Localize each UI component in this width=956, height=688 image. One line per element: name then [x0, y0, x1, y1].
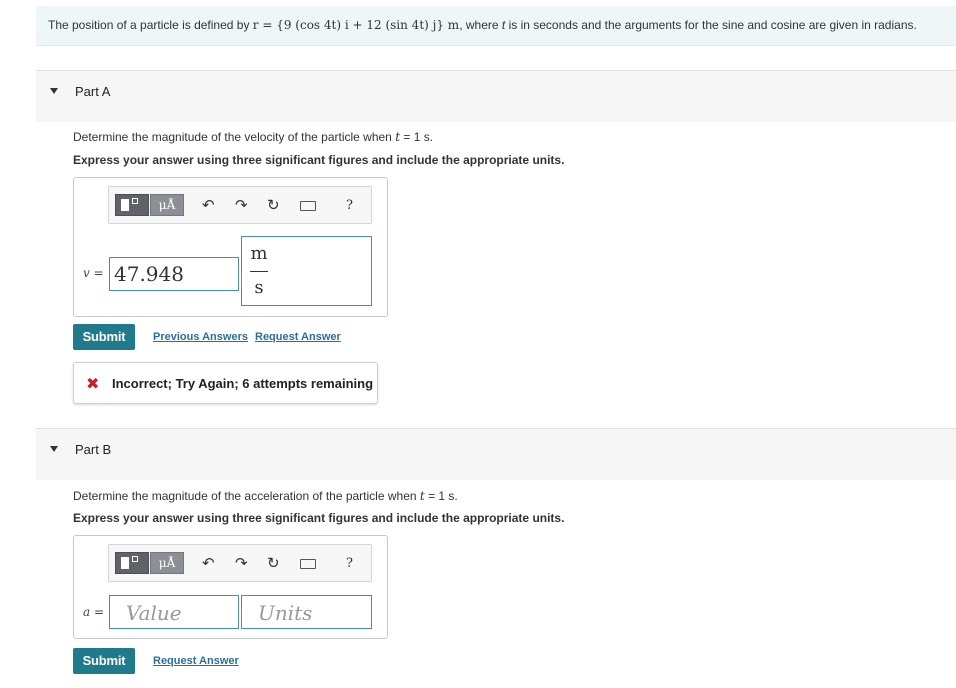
feedback-message: Incorrect; Try Again; 6 attempts remaini… — [112, 376, 374, 391]
part-b-units-input[interactable]: Units — [241, 595, 372, 629]
collapse-caret-icon[interactable] — [50, 446, 58, 452]
reset-icon[interactable]: ↻ — [267, 197, 280, 215]
part-a-instruction: Express your answer using three signific… — [73, 153, 565, 167]
part-b-submit-button[interactable]: Submit — [73, 648, 135, 674]
redo-icon[interactable]: ↷ — [235, 197, 248, 215]
part-a-answer-box: μÅ ↶ ↷ ↻ ? v = 47.948 m s — [73, 177, 388, 317]
value-placeholder: Value — [126, 601, 182, 625]
problem-statement: The position of a particle is defined by… — [36, 6, 956, 46]
problem-suffix-b: is in seconds and the arguments for the … — [508, 18, 917, 32]
template-icon — [121, 557, 129, 569]
templates-button[interactable] — [115, 194, 149, 216]
part-a-value-text: 47.948 — [114, 262, 184, 286]
fraction-bar — [250, 271, 268, 272]
undo-icon[interactable]: ↶ — [202, 555, 215, 573]
part-a-header[interactable]: Part A — [36, 70, 956, 122]
part-a-request-answer-link[interactable]: Request Answer — [255, 331, 341, 343]
template-icon — [121, 199, 129, 211]
part-a-question-var: t — [395, 130, 401, 144]
part-b-question-prefix: Determine the magnitude of the accelerat… — [73, 489, 417, 503]
previous-answers-link[interactable]: Previous Answers — [153, 331, 248, 343]
part-b-question: Determine the magnitude of the accelerat… — [73, 489, 458, 503]
incorrect-x-icon: ✖ — [86, 376, 100, 393]
part-b-var-label: a = — [83, 605, 105, 619]
template-small-box-icon — [132, 556, 138, 562]
part-a-question-suffix: = 1 s. — [403, 130, 434, 144]
templates-button[interactable] — [115, 552, 149, 574]
part-a-var-label: v = — [83, 266, 104, 280]
units-placeholder: Units — [258, 601, 313, 625]
part-a-value-input[interactable]: 47.948 — [109, 257, 239, 291]
part-a-title: Part A — [75, 84, 111, 99]
part-a-math-toolbar: μÅ ↶ ↷ ↻ ? — [108, 186, 372, 224]
problem-var-t: t — [501, 18, 506, 32]
keyboard-icon[interactable] — [300, 201, 316, 211]
template-small-box-icon — [132, 198, 138, 204]
problem-suffix-a: , where — [459, 18, 499, 32]
problem-prefix: The position of a particle is defined by — [48, 18, 250, 32]
part-b-question-suffix: = 1 s. — [428, 489, 458, 503]
keyboard-icon[interactable] — [300, 559, 316, 569]
units-symbol-button[interactable]: μÅ — [150, 552, 184, 574]
part-b-math-toolbar: μÅ ↶ ↷ ↻ ? — [108, 544, 372, 582]
part-b-value-input[interactable]: Value — [109, 595, 239, 629]
part-a-question-prefix: Determine the magnitude of the velocity … — [73, 130, 392, 144]
part-a-submit-button[interactable]: Submit — [73, 324, 135, 350]
part-a-units-input[interactable]: m s — [241, 236, 372, 306]
redo-icon[interactable]: ↷ — [235, 555, 248, 573]
position-formula: r = {9 (cos 4t) i + 12 (sin 4t) j} m — [252, 18, 460, 32]
help-button[interactable]: ? — [346, 198, 353, 213]
part-b-header[interactable]: Part B — [36, 428, 956, 480]
part-b-request-answer-link[interactable]: Request Answer — [153, 655, 239, 667]
help-button[interactable]: ? — [346, 556, 353, 571]
unit-denominator: s — [254, 277, 264, 298]
part-b-instruction: Express your answer using three signific… — [73, 511, 565, 525]
part-b-question-var: t — [419, 489, 425, 503]
part-b-title: Part B — [75, 442, 112, 457]
part-b-answer-box: μÅ ↶ ↷ ↻ ? a = Value Units — [73, 535, 388, 639]
undo-icon[interactable]: ↶ — [202, 197, 215, 215]
reset-icon[interactable]: ↻ — [267, 555, 280, 573]
feedback-box: ✖ Incorrect; Try Again; 6 attempts remai… — [73, 362, 378, 404]
units-symbol-button[interactable]: μÅ — [150, 194, 184, 216]
collapse-caret-icon[interactable] — [50, 88, 58, 94]
unit-numerator: m — [250, 243, 268, 264]
part-a-question: Determine the magnitude of the velocity … — [73, 130, 433, 144]
